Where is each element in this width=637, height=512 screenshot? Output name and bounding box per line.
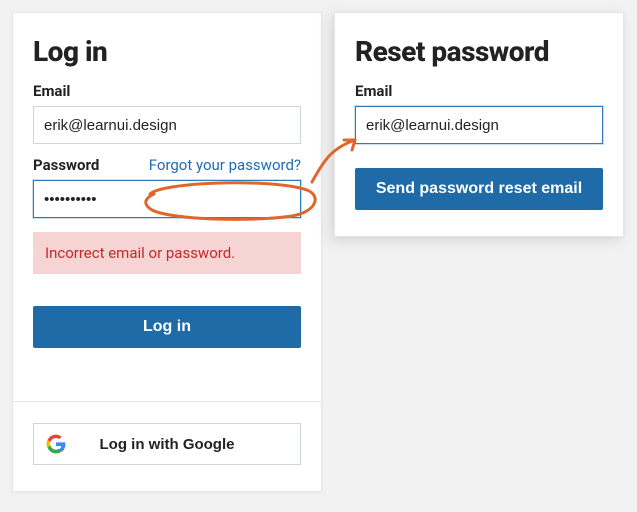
reset-title: Reset password <box>355 35 603 68</box>
divider <box>13 401 321 402</box>
login-button[interactable]: Log in <box>33 306 301 348</box>
password-field[interactable] <box>33 180 301 218</box>
login-with-google-button[interactable]: Log in with Google <box>33 423 301 465</box>
google-icon <box>46 434 66 454</box>
forgot-password-link[interactable]: Forgot your password? <box>149 156 301 174</box>
login-title: Log in <box>33 35 301 68</box>
login-card: Log in Email Password Forgot your passwo… <box>12 12 322 492</box>
password-label: Password <box>33 156 99 174</box>
google-button-label: Log in with Google <box>100 436 235 453</box>
error-banner: Incorrect email or password. <box>33 232 301 274</box>
reset-email-label: Email <box>355 82 392 100</box>
reset-email-field[interactable] <box>355 106 603 144</box>
email-field[interactable] <box>33 106 301 144</box>
reset-password-card: Reset password Email Send password reset… <box>334 12 624 237</box>
email-label: Email <box>33 82 70 100</box>
send-reset-email-button[interactable]: Send password reset email <box>355 168 603 210</box>
